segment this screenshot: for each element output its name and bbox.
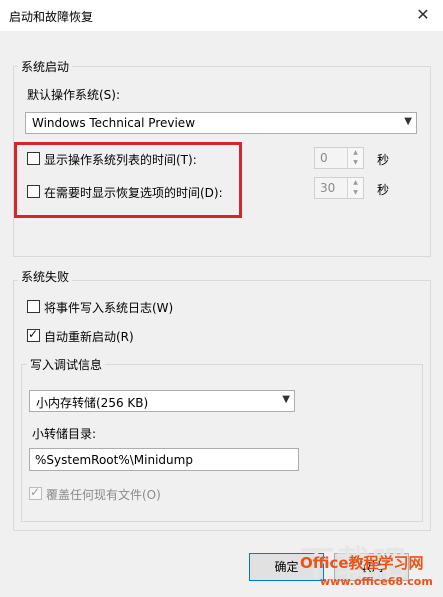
startup-group-legend: 系统启动: [18, 58, 73, 75]
dump-dir-value: %SystemRoot%\Minidump: [35, 453, 193, 467]
window-title: 启动和故障恢复: [9, 10, 94, 24]
dump-type-dropdown[interactable]: 小内存转储(256 KB) ▼: [29, 390, 295, 412]
write-event-label: 将事件写入系统日志(W): [44, 301, 174, 315]
title-bar: 启动和故障恢复 ✕: [0, 0, 443, 31]
debug-info-legend: 写入调试信息: [27, 356, 106, 373]
show-recovery-seconds-stepper[interactable]: 30 ▲ ▼: [314, 177, 364, 199]
chevron-down-icon: ▼: [404, 116, 412, 127]
show-os-list-seconds-stepper[interactable]: 0 ▲ ▼: [314, 147, 364, 169]
default-os-dropdown[interactable]: Windows Technical Preview ▼: [25, 112, 417, 134]
auto-restart-label: 自动重新启动(R): [44, 330, 134, 344]
default-os-value: Windows Technical Preview: [32, 116, 196, 130]
seconds-unit-label: 秒: [377, 183, 390, 197]
spin-down-icon[interactable]: ▼: [347, 158, 363, 168]
watermark-url: www.office68.com: [320, 575, 433, 588]
failure-group-legend: 系统失败: [18, 268, 73, 285]
watermark-brand: Office教程学习网: [300, 554, 424, 572]
dump-type-value: 小内存转储(256 KB): [36, 396, 149, 410]
close-icon[interactable]: ✕: [412, 4, 434, 26]
show-os-list-seconds-value: 0: [320, 151, 328, 165]
auto-restart-checkbox[interactable]: [27, 327, 40, 342]
chevron-down-icon: ▼: [282, 394, 290, 405]
highlight-annotation-box: [14, 142, 242, 218]
overwrite-label: 覆盖任何现有文件(O): [46, 488, 161, 502]
dump-dir-input[interactable]: %SystemRoot%\Minidump: [29, 448, 299, 471]
default-os-label: 默认操作系统(S):: [27, 88, 121, 102]
seconds-unit-label: 秒: [377, 153, 390, 167]
write-event-checkbox[interactable]: [27, 300, 40, 313]
overwrite-checkbox[interactable]: [29, 485, 42, 500]
dump-dir-label: 小转储目录:: [32, 427, 97, 441]
spin-down-icon[interactable]: ▼: [347, 188, 363, 198]
show-recovery-seconds-value: 30: [320, 181, 336, 195]
